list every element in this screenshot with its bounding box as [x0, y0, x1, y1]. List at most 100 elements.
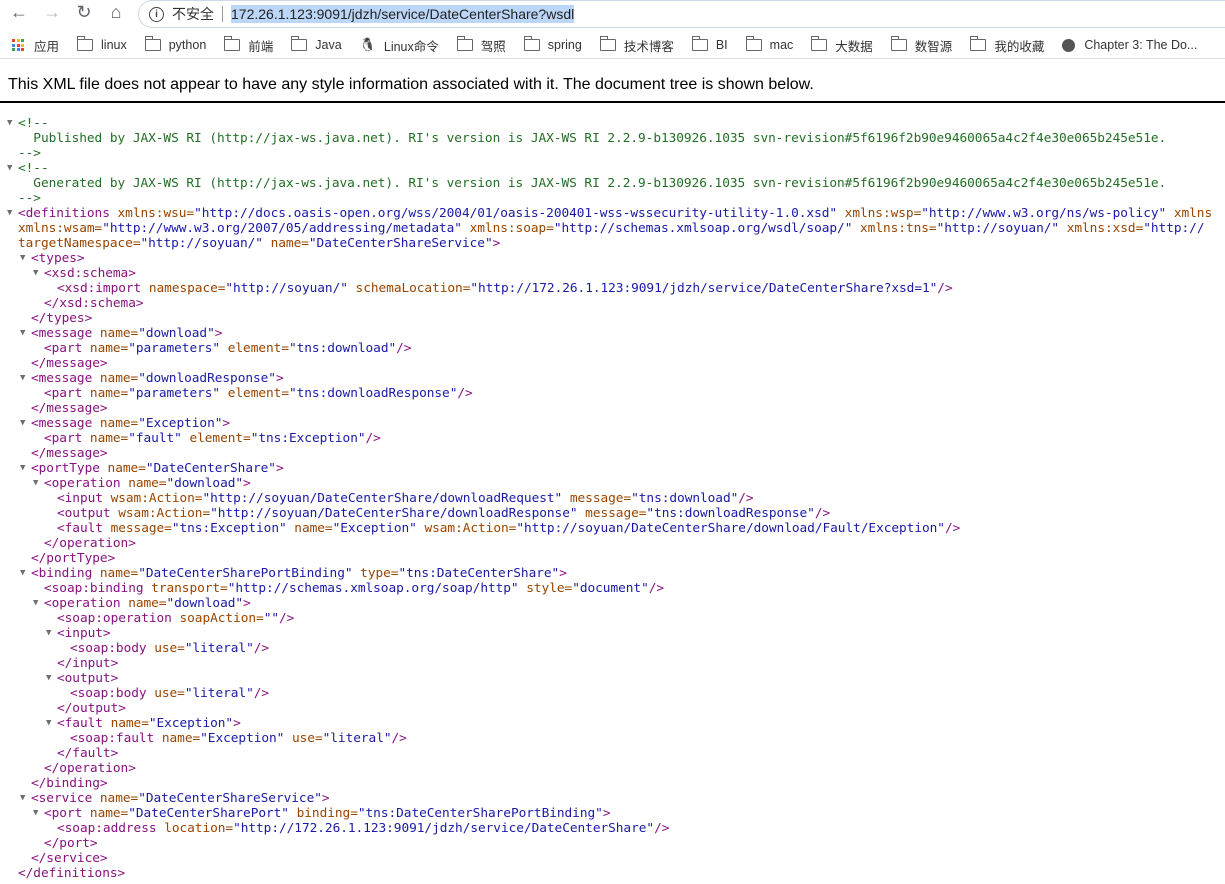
xml-attribute-value: "DateCenterShareService": [308, 236, 493, 251]
collapse-toggle-icon[interactable]: ▼: [20, 416, 25, 431]
bookmark-item[interactable]: linux: [77, 36, 127, 52]
collapse-toggle-icon[interactable]: ▼: [20, 461, 25, 476]
xml-tag: >: [275, 371, 284, 386]
xml-tag: <message: [31, 416, 93, 431]
bookmark-item[interactable]: 技术博客: [599, 36, 674, 55]
xml-attribute-name: name=: [92, 326, 139, 341]
folder-icon: [77, 36, 94, 51]
xml-tag: <portType: [31, 461, 100, 476]
divider: [0, 101, 1225, 103]
xml-line: -->: [0, 191, 1225, 206]
xml-tag: />: [937, 281, 953, 296]
home-icon[interactable]: ⌂: [104, 2, 128, 23]
xml-attribute-name: element=: [220, 386, 289, 401]
xml-line: ▼ <!--: [0, 161, 1225, 176]
xml-tag: />: [396, 341, 412, 356]
xml-tag: <soap:fault: [70, 731, 155, 746]
collapse-toggle-icon[interactable]: ▼: [20, 326, 25, 341]
xml-tag: <xsd:import: [57, 281, 142, 296]
xml-attribute-name: element=: [181, 431, 251, 446]
bookmark-item[interactable]: 我的收藏: [970, 36, 1044, 55]
xml-tag: </message>: [31, 446, 108, 461]
xml-tag: <soap:operation: [57, 611, 172, 626]
xml-attribute-name: name=: [99, 461, 146, 476]
xml-attribute-value: "Exception": [148, 716, 234, 731]
xml-attribute-name: transport=: [143, 581, 228, 596]
bookmarks-bar: 应用 linux python 前端 Java 🐧 Linux命令 驾照 spring 技术博客 B…: [0, 32, 1225, 59]
bookmark-item[interactable]: 前端: [224, 36, 273, 55]
bookmark-item[interactable]: Java: [291, 36, 342, 52]
xml-attribute-value: "parameters": [128, 386, 221, 401]
xml-attribute-name: xmlns:wsam=: [18, 221, 103, 236]
xml-line: </operation>: [0, 761, 1225, 776]
xml-tag: <port: [44, 806, 83, 821]
collapse-toggle-icon[interactable]: ▼: [20, 791, 25, 806]
collapse-toggle-icon[interactable]: ▼: [20, 251, 25, 266]
url-text[interactable]: 172.26.1.123:9091/jdzh/service/DateCente…: [231, 5, 575, 23]
bookmark-item[interactable]: 大数据: [811, 36, 873, 55]
xml-line: ▼ <output>: [0, 671, 1225, 686]
xml-line: <input wsam:Action="http://soyuan/DateCe…: [0, 491, 1225, 506]
xml-attribute-name: xmlns:xsd=: [1059, 221, 1144, 236]
address-bar[interactable]: i 不安全 172.26.1.123:9091/jdzh/service/Dat…: [138, 0, 1225, 28]
reload-icon[interactable]: ↻: [72, 2, 96, 23]
xml-notice: This XML file does not appear to have an…: [8, 76, 814, 93]
xml-line: ▼ <service name="DateCenterShareService">: [0, 791, 1225, 806]
xml-tag: </message>: [31, 356, 108, 371]
bookmark-item[interactable]: python: [144, 36, 206, 52]
collapse-toggle-icon[interactable]: ▼: [46, 671, 51, 686]
xml-attribute-value: "http://soyuan/DateCenterShare/download/…: [516, 521, 945, 536]
xml-attribute-value: "http://www.w3.org/ns/ws-policy": [921, 206, 1167, 221]
xml-tag: />: [944, 521, 961, 536]
xml-attribute-value: "DateCenterSharePort": [128, 806, 289, 821]
collapse-toggle-icon[interactable]: ▼: [20, 566, 25, 581]
bookmark-item[interactable]: 驾照: [456, 36, 506, 55]
xml-tag: </operation>: [44, 536, 136, 551]
xml-tag: </port>: [44, 836, 98, 851]
bookmark-item[interactable]: BI: [691, 36, 728, 52]
xml-tag: />: [279, 611, 295, 626]
xml-line: <soap:body use="literal"/>: [0, 641, 1225, 656]
xml-tag: >: [321, 791, 330, 806]
collapse-toggle-icon[interactable]: ▼: [46, 716, 51, 731]
xml-attribute-value: "DateCenterShare": [145, 461, 276, 476]
xml-attribute-value: "document": [572, 581, 649, 596]
xml-line: ▼ <definitions xmlns:wsu="http://docs.oas…: [0, 206, 1225, 221]
collapse-toggle-icon[interactable]: ▼: [7, 116, 12, 131]
xml-attribute-name: wsam:Action=: [102, 491, 203, 506]
info-icon[interactable]: i: [149, 6, 164, 22]
xml-tag: <part: [44, 341, 83, 356]
forward-icon[interactable]: →: [40, 2, 64, 23]
collapse-toggle-icon[interactable]: ▼: [20, 371, 25, 386]
xml-attribute-name: wsam:Action=: [110, 506, 211, 521]
bookmark-item[interactable]: Chapter 3: The Do...: [1062, 38, 1197, 52]
xml-attribute-value: "literal": [184, 641, 254, 656]
xml-tag: </service>: [31, 851, 108, 866]
bookmark-item[interactable]: 应用: [12, 36, 59, 55]
collapse-toggle-icon[interactable]: ▼: [46, 626, 51, 641]
xml-line: <fault message="tns:Exception" name="Exc…: [0, 521, 1225, 536]
collapse-toggle-icon[interactable]: ▼: [33, 806, 38, 821]
xml-attribute-value: "download": [166, 596, 244, 611]
xml-line: ▼ <port name="DateCenterSharePort" bindin…: [0, 806, 1225, 821]
xml-tag: </operation>: [44, 761, 136, 776]
collapse-toggle-icon[interactable]: ▼: [33, 476, 38, 491]
xml-tag: </input>: [57, 656, 119, 671]
xml-attribute-name: name=: [262, 236, 309, 251]
xml-line: <soap:fault name="Exception" use="litera…: [0, 731, 1225, 746]
xml-tag: <input>: [57, 626, 111, 641]
collapse-toggle-icon[interactable]: ▼: [7, 161, 12, 176]
bookmark-item[interactable]: 数智源: [890, 36, 952, 55]
xml-tag: <binding: [31, 566, 93, 581]
bookmark-item[interactable]: mac: [745, 36, 793, 52]
collapse-toggle-icon[interactable]: ▼: [7, 206, 12, 221]
back-icon[interactable]: ←: [7, 2, 31, 23]
collapse-toggle-icon[interactable]: ▼: [33, 266, 38, 281]
xml-line: <soap:binding transport="http://schemas.…: [0, 581, 1225, 596]
collapse-toggle-icon[interactable]: ▼: [33, 596, 38, 611]
bookmark-item[interactable]: spring: [523, 36, 582, 52]
xml-line: ▼ <message name="download">: [0, 326, 1225, 341]
xml-tag: <fault: [57, 716, 103, 731]
bookmark-item[interactable]: 🐧 Linux命令: [360, 36, 439, 55]
xml-comment: <!--: [18, 161, 49, 176]
